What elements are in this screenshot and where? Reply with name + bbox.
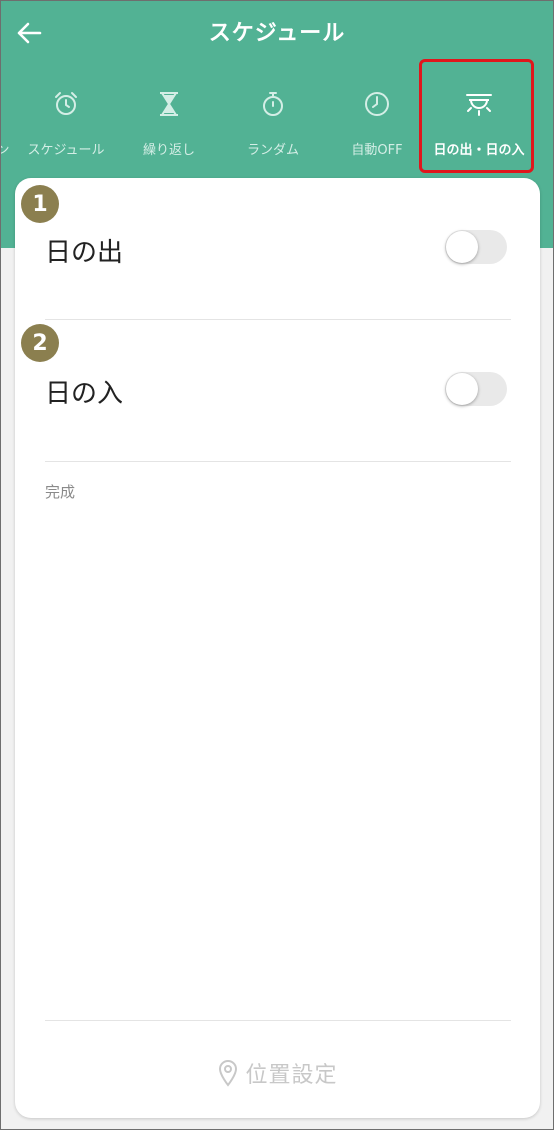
- tab-label: 日の出・日の入: [433, 143, 525, 158]
- location-settings-button[interactable]: 位置設定: [15, 1053, 540, 1093]
- sunset-toggle[interactable]: [445, 372, 507, 406]
- page-title: スケジュール: [208, 21, 346, 46]
- divider: [45, 1020, 511, 1021]
- tab-auto-off[interactable]: 自動OFF: [325, 61, 429, 173]
- tab-repeat[interactable]: 繰り返し: [119, 61, 219, 173]
- sunset-label: 日の入: [45, 379, 124, 409]
- divider: [45, 461, 511, 462]
- divider: [45, 319, 511, 320]
- step-badge: 2: [21, 324, 59, 362]
- tab-label: ン: [1, 139, 10, 158]
- tab-label: スケジュール: [27, 143, 105, 158]
- tab-random[interactable]: ランダム: [221, 61, 325, 173]
- settings-card: 1 日の出 2 日の入 完成 位置設定: [15, 178, 540, 1118]
- toggle-knob: [446, 231, 478, 263]
- tab-label: ランダム: [246, 143, 299, 158]
- toggle-knob: [446, 373, 478, 405]
- sunrise-icon: [463, 89, 495, 119]
- sunrise-label: 日の出: [45, 238, 124, 268]
- clock-icon: [363, 89, 391, 119]
- step-badge: 1: [21, 185, 59, 223]
- tab-schedule[interactable]: スケジュール: [15, 61, 117, 173]
- tab-label: 自動OFF: [351, 143, 403, 158]
- app-screen: スケジュール ン スケジュール: [0, 0, 554, 1130]
- location-pin-icon: [219, 1060, 238, 1087]
- tab-partial[interactable]: ン: [1, 61, 11, 173]
- stopwatch-icon: [259, 89, 287, 119]
- location-label: 位置設定: [245, 1063, 338, 1088]
- alarm-clock-icon: [52, 89, 80, 119]
- hourglass-icon: [157, 89, 181, 119]
- tab-sunrise-sunset[interactable]: 日の出・日の入: [425, 61, 533, 173]
- tab-bar: ン スケジュール: [1, 61, 553, 173]
- tab-label: 繰り返し: [142, 143, 195, 158]
- done-button[interactable]: 完成: [45, 481, 75, 502]
- sunrise-toggle[interactable]: [445, 230, 507, 264]
